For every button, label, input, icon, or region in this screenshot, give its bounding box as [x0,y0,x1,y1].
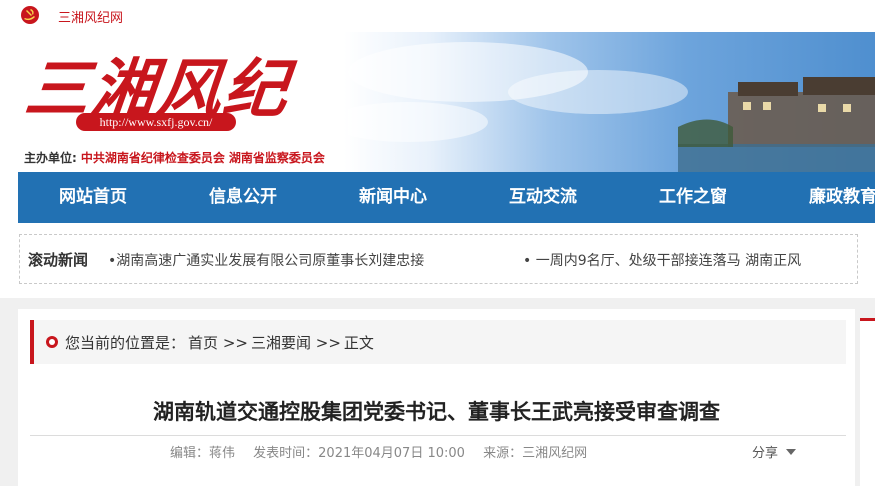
site-name-link[interactable]: 三湘风纪网 [58,7,123,26]
nav-item-interaction[interactable]: 互动交流 [468,172,618,223]
sponsor-label: 主办单位: [24,151,77,165]
header-banner: 三湘风纪 http://www.sxfj.gov.cn/ 主办单位: 中共湖南省纪… [18,32,875,172]
party-emblem-icon [21,6,39,24]
sponsor-org-2: 湖南省监察委员会 [228,151,325,165]
share-label: 分享 [752,446,779,461]
title-divider [30,435,846,436]
right-sidebar-edge [860,318,875,486]
nav-item-integrity-education[interactable]: 廉政教育 [768,172,875,223]
sponsor-org-1: 中共湖南省纪律检查委员会 [80,151,225,165]
nav-item-work-window[interactable]: 工作之窗 [618,172,768,223]
chevron-down-icon [786,449,797,455]
scrolling-news: 滚动新闻 •湖南高速广通实业发展有限公司原董事长刘建忠接 • 一周内9名厅、处级… [19,234,858,284]
landscape-banner-image [348,42,875,172]
breadcrumb-separator: >> [222,334,248,352]
breadcrumb-prefix: 您当前的位置是： [65,334,186,352]
article-title: 湖南轨道交通控股集团党委书记、董事长王武亮接受审查调查 [153,400,720,424]
ticker-news-item[interactable]: •湖南高速广通实业发展有限公司原董事长刘建忠接 [108,250,424,270]
nav-item-home[interactable]: 网站首页 [18,172,168,223]
breadcrumb-separator: >> [315,334,341,352]
article-published-time: 发表时间：2021年04月07日 10:00 [253,446,465,461]
sponsor-line: 主办单位: 中共湖南省纪律检查委员会 湖南省监察委员会 [24,149,325,166]
breadcrumb-text: 您当前的位置是： 首页 >> 三湘要闻 >> 正文 [65,332,377,353]
ticker-news-item[interactable]: • 一周内9名厅、处级干部接连落马 湖南正风 [523,250,801,270]
site-url: http://www.sxfj.gov.cn/ [76,113,236,131]
breadcrumb-current: 正文 [343,334,374,352]
share-button[interactable]: 分享 [752,442,797,461]
article-panel: 您当前的位置是： 首页 >> 三湘要闻 >> 正文 湖南轨道交通控股集团党委书记、董事… [18,309,855,486]
nav-item-news-center[interactable]: 新闻中心 [318,172,468,223]
article-editor: 编辑：蒋伟 [170,446,236,461]
article-source: 来源：三湘风纪网 [483,446,588,461]
article-meta: 编辑：蒋伟 发表时间：2021年04月07日 10:00 来源：三湘风纪网 [170,442,601,461]
breadcrumb: 您当前的位置是： 首页 >> 三湘要闻 >> 正文 [30,320,846,364]
breadcrumb-section-link[interactable]: 三湘要闻 [251,334,311,352]
breadcrumb-home-link[interactable]: 首页 [188,334,218,352]
nav-item-info-disclosure[interactable]: 信息公开 [168,172,318,223]
location-pin-icon [46,336,58,348]
top-strip: 三湘风纪网 [0,0,875,32]
scrolling-news-label: 滚动新闻 [28,251,89,269]
main-nav: 网站首页 信息公开 新闻中心 互动交流 工作之窗 廉政教育 [18,172,875,223]
